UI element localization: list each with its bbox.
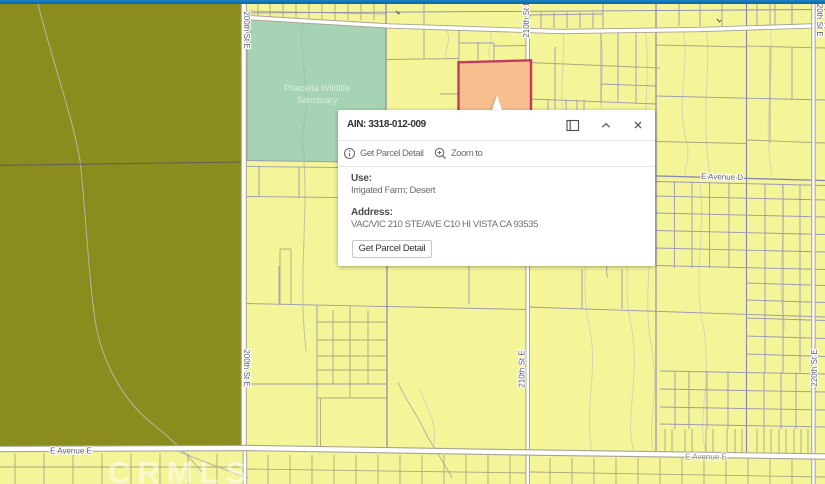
svg-text:Phacelia Wildlife: Phacelia Wildlife bbox=[284, 83, 350, 93]
svg-text:E Avenue E: E Avenue E bbox=[50, 447, 92, 456]
svg-text:220th St E: 220th St E bbox=[815, 0, 824, 37]
svg-text:E Avenue E: E Avenue E bbox=[685, 453, 727, 462]
svg-text:200th St E: 200th St E bbox=[242, 349, 251, 386]
svg-text:CRMLS: CRMLS bbox=[108, 455, 253, 484]
svg-text:Sanctuary: Sanctuary bbox=[297, 95, 338, 105]
svg-text:200th St E: 200th St E bbox=[242, 11, 251, 48]
svg-text:220th St E: 220th St E bbox=[810, 349, 819, 386]
svg-text:210th St E: 210th St E bbox=[522, 0, 531, 37]
svg-text:210th St E: 210th St E bbox=[518, 350, 527, 387]
svg-text:E Avenue D: E Avenue D bbox=[701, 172, 744, 182]
